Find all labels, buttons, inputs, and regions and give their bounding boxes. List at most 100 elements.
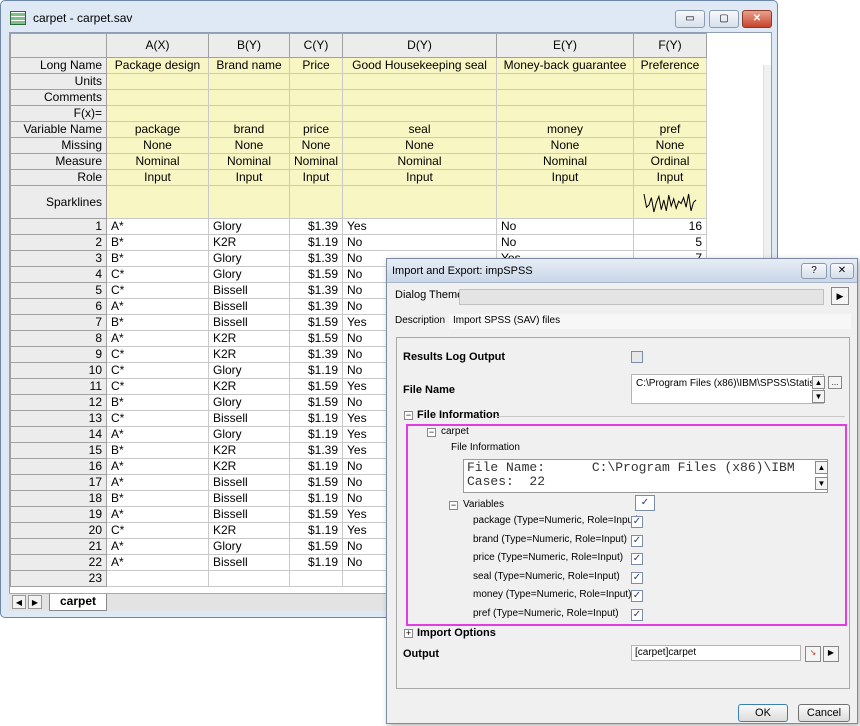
table-cell[interactable] (288, 570, 344, 587)
meta-row-label[interactable]: Sparklines (10, 185, 107, 219)
table-cell[interactable]: Bissell (208, 314, 290, 331)
table-cell[interactable]: K2R (208, 346, 290, 363)
table-cell[interactable]: $1.39 (288, 442, 344, 459)
row-number[interactable]: 7 (10, 314, 107, 331)
row-number[interactable]: 11 (10, 378, 107, 395)
table-cell[interactable]: A* (106, 538, 209, 555)
meta-cell[interactable]: None (208, 137, 290, 154)
meta-cell[interactable] (342, 105, 498, 122)
column-header[interactable]: D(Y) (342, 33, 498, 58)
meta-cell[interactable]: Input (288, 169, 344, 186)
meta-cell[interactable]: price (288, 121, 344, 138)
column-header[interactable]: A(X) (106, 33, 209, 58)
table-cell[interactable]: $1.39 (288, 250, 344, 267)
table-cell[interactable]: B* (106, 442, 209, 459)
table-cell[interactable]: $1.39 (288, 282, 344, 299)
table-cell[interactable]: K2R (208, 442, 290, 459)
meta-row-label[interactable]: Role (10, 169, 107, 186)
scroll-up-icon[interactable]: ▲ (812, 376, 825, 389)
variable-checkbox[interactable]: ✓ (631, 534, 643, 547)
info-scroll-up-icon[interactable]: ▲ (815, 461, 828, 474)
table-cell[interactable]: $1.39 (288, 346, 344, 363)
window-titlebar[interactable]: carpet - carpet.sav ▭ ▢ ✕ (1, 1, 777, 33)
table-cell[interactable]: K2R (208, 522, 290, 539)
meta-cell[interactable] (288, 105, 344, 122)
meta-cell[interactable]: Preference (633, 57, 708, 74)
table-cell[interactable]: B* (106, 394, 209, 411)
meta-row-label[interactable]: Missing (10, 137, 107, 154)
meta-cell[interactable] (288, 89, 344, 106)
table-cell[interactable]: Glory (208, 362, 290, 379)
row-number[interactable]: 9 (10, 346, 107, 363)
meta-cell[interactable] (496, 105, 635, 122)
meta-cell[interactable] (208, 105, 290, 122)
meta-cell[interactable] (342, 89, 498, 106)
table-cell[interactable]: K2R (208, 458, 290, 475)
collapse-file-info-icon[interactable]: − (404, 411, 413, 420)
meta-cell[interactable] (106, 89, 209, 106)
table-cell[interactable]: Glory (208, 538, 290, 555)
table-cell[interactable]: $1.19 (288, 426, 344, 443)
table-cell[interactable]: Bissell (208, 490, 290, 507)
file-name-field[interactable]: C:\Program Files (x86)\IBM\SPSS\Statisti… (631, 374, 824, 404)
table-cell[interactable]: $1.19 (288, 458, 344, 475)
meta-cell[interactable]: Nominal (208, 153, 290, 170)
table-cell[interactable]: Glory (208, 426, 290, 443)
table-cell[interactable]: $1.39 (288, 218, 344, 235)
meta-cell[interactable]: Nominal (342, 153, 498, 170)
meta-cell[interactable] (633, 73, 708, 90)
table-cell[interactable]: Glory (208, 266, 290, 283)
meta-cell[interactable]: money (496, 121, 635, 138)
info-scroll-down-icon[interactable]: ▼ (815, 477, 828, 490)
table-cell[interactable]: $1.59 (288, 266, 344, 283)
table-cell[interactable]: No (496, 234, 635, 251)
close-button[interactable]: ✕ (742, 10, 772, 28)
dialog-close-button[interactable]: ✕ (830, 263, 854, 279)
table-cell[interactable]: $1.19 (288, 554, 344, 571)
meta-cell[interactable]: Price (288, 57, 344, 74)
table-cell[interactable]: C* (106, 266, 209, 283)
table-cell[interactable]: Bissell (208, 474, 290, 491)
table-cell[interactable]: A* (106, 426, 209, 443)
table-cell[interactable]: Bissell (208, 298, 290, 315)
meta-cell[interactable]: brand (208, 121, 290, 138)
scroll-down-icon[interactable]: ▼ (812, 390, 825, 403)
table-cell[interactable]: $1.59 (288, 330, 344, 347)
column-header[interactable]: E(Y) (496, 33, 635, 58)
table-cell[interactable]: A* (106, 554, 209, 571)
column-header[interactable]: F(Y) (633, 33, 708, 58)
table-cell[interactable]: A* (106, 298, 209, 315)
row-number[interactable]: 14 (10, 426, 107, 443)
variable-checkbox[interactable]: ✓ (631, 553, 643, 565)
table-cell[interactable]: Glory (208, 394, 290, 411)
theme-menu-arrow-icon[interactable]: ▶ (831, 287, 849, 305)
meta-cell[interactable]: Nominal (288, 153, 344, 170)
restore-button[interactable]: ▢ (709, 10, 739, 28)
meta-cell[interactable]: None (342, 137, 498, 154)
table-cell[interactable]: A* (106, 330, 209, 347)
meta-cell[interactable]: seal (342, 121, 498, 138)
meta-cell[interactable]: Input (208, 169, 290, 186)
table-cell[interactable]: Bissell (208, 282, 290, 299)
meta-cell[interactable]: None (106, 137, 209, 154)
ok-button[interactable]: OK (738, 704, 788, 722)
table-cell[interactable]: $1.19 (288, 522, 344, 539)
row-number[interactable]: 15 (10, 442, 107, 459)
meta-cell[interactable] (633, 89, 708, 106)
row-number[interactable]: 23 (10, 570, 107, 587)
row-number[interactable]: 16 (10, 458, 107, 475)
meta-cell[interactable] (342, 73, 498, 90)
row-number[interactable]: 1 (10, 218, 107, 235)
meta-cell[interactable] (342, 185, 498, 219)
meta-cell[interactable] (106, 73, 209, 90)
column-header[interactable]: B(Y) (208, 33, 290, 58)
row-number[interactable]: 18 (10, 490, 107, 507)
meta-cell[interactable]: Input (496, 169, 635, 186)
table-cell[interactable]: $1.59 (288, 394, 344, 411)
meta-cell[interactable] (106, 185, 209, 219)
output-picker-icon[interactable]: ↘ (805, 646, 821, 662)
table-cell[interactable]: B* (106, 234, 209, 251)
corner-cell[interactable] (10, 33, 107, 58)
table-cell[interactable]: A* (106, 458, 209, 475)
table-cell[interactable] (106, 570, 209, 587)
